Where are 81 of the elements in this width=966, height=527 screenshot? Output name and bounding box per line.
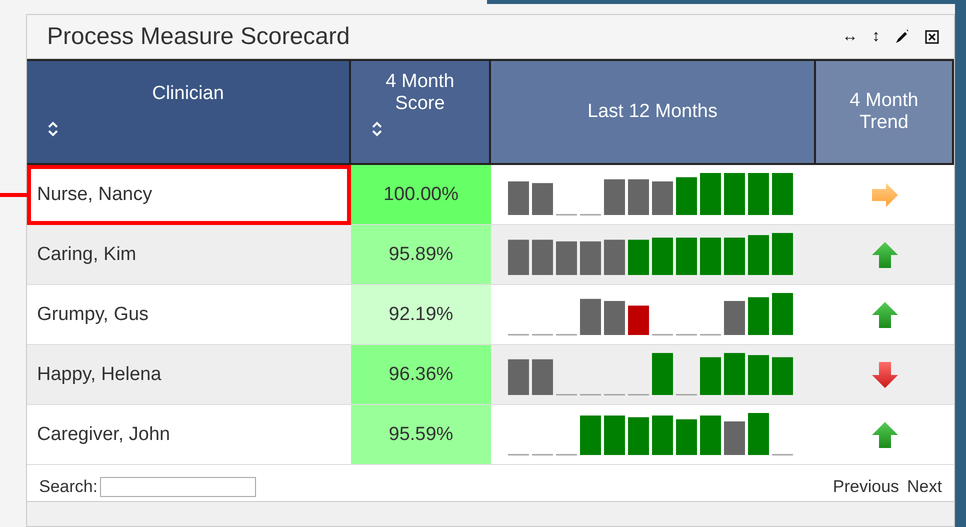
sparkline-bar [652,353,673,395]
sparkline-bar [772,233,793,275]
sparkline-bar [748,173,769,215]
sparkline-bar [508,359,529,395]
score-cell: 96.36% [351,345,491,405]
sparkline-bar [772,173,793,215]
empty-month-mark [508,334,529,336]
pencil-icon[interactable] [894,28,910,44]
sparkline-bar [676,419,697,455]
sparkline-bar [652,181,673,215]
close-icon[interactable] [924,28,940,44]
sparkline-bar [748,297,769,335]
sparkline-bar [508,181,529,215]
sparkline-bar [580,241,601,275]
sparkline-bar [772,293,793,335]
sparkline-bar [604,179,625,215]
empty-month-mark [676,394,697,396]
empty-month-mark [556,454,577,456]
clinician-cell[interactable]: Caring, Kim [27,225,351,285]
sparkline-bar [700,357,721,395]
sparkline-bar [724,300,745,335]
sparkline-bar [772,357,793,395]
sparkline-bar [580,298,601,335]
column-header[interactable]: 4 Month Score [351,61,491,165]
sparkline-bar [700,238,721,275]
sparkline-bar [676,238,697,275]
previous-link[interactable]: Previous [832,477,900,497]
column-header: 4 Month Trend [816,61,954,165]
sparkline-bar [556,241,577,275]
sparkline-bar [604,300,625,335]
score-cell: 95.89% [351,225,491,285]
score-cell: 95.59% [351,405,491,465]
sparkline-bar [724,421,745,455]
sparkline-bar [748,413,769,455]
sparkline-bar [652,238,673,275]
empty-month-mark [580,394,601,396]
clinician-cell[interactable]: Happy, Helena [27,345,351,405]
sparkline-bar [724,353,745,395]
empty-month-mark [772,454,793,456]
column-header: Last 12 Months [491,61,816,165]
sort-icon[interactable] [47,121,59,137]
sparkline-bar [604,416,625,455]
empty-month-mark [580,214,601,216]
resize-width-icon[interactable]: ↔ [842,28,858,46]
column-header[interactable]: Clinician [27,61,351,165]
sparkline-bar [652,416,673,455]
sparkline-bar [532,183,553,215]
empty-month-mark [532,334,553,336]
score-cell: 100.00% [351,165,491,225]
empty-month-mark [508,454,529,456]
empty-month-mark [700,334,721,336]
empty-month-mark [652,334,673,336]
empty-month-mark [628,394,649,396]
sparkline-bar [724,173,745,215]
empty-month-mark [556,214,577,216]
panel-title: Process Measure Scorecard [47,22,351,50]
next-link[interactable]: Next [907,477,942,497]
sparkline-bar [724,238,745,275]
sort-icon[interactable] [371,121,383,137]
sparkline-bar [532,359,553,395]
sparkline-bar [748,235,769,275]
empty-month-mark [556,394,577,396]
sparkline-bar [604,240,625,275]
empty-month-mark [676,334,697,336]
sparkline-bar [628,417,649,455]
sparkline-bar [628,179,649,215]
empty-month-mark [532,454,553,456]
empty-month-mark [604,394,625,396]
score-cell: 92.19% [351,285,491,345]
resize-height-icon[interactable]: ↕ [872,28,880,46]
empty-month-mark [556,334,577,336]
sparkline-bar [532,240,553,275]
sparkline-bar [628,306,649,335]
sparkline-bar [676,177,697,215]
sparkline-bar [580,416,601,455]
sparkline-bar [700,416,721,455]
sparkline-bar [508,240,529,275]
sparkline-bar [700,173,721,215]
sparkline-bar [748,355,769,395]
clinician-cell[interactable]: Nurse, Nancy [27,165,351,225]
sparkline-bar [628,240,649,275]
